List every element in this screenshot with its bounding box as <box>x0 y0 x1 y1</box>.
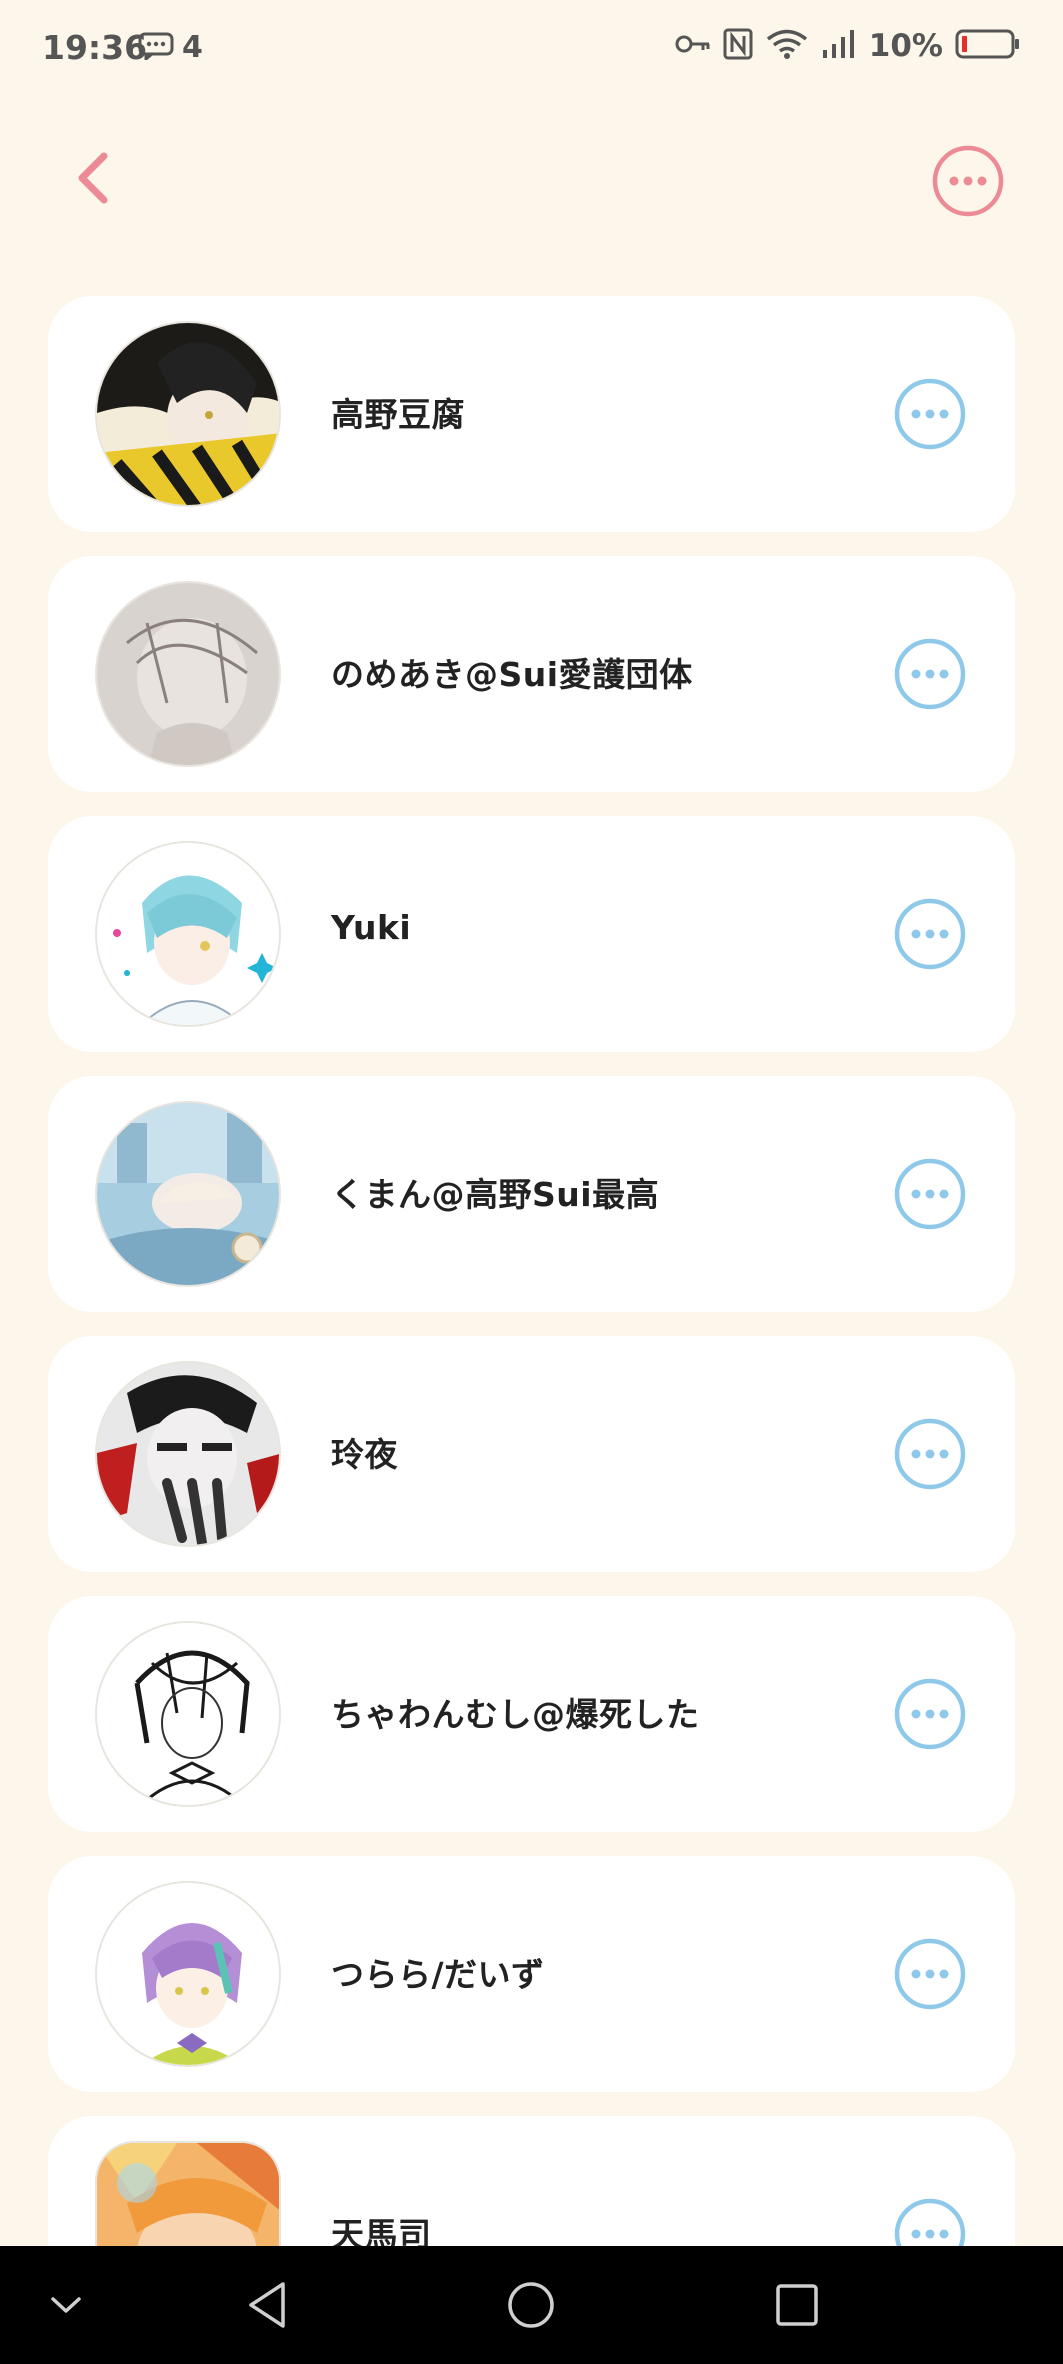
wifi-icon <box>765 28 809 64</box>
more-icon <box>894 638 966 710</box>
user-card[interactable]: つらら/だいず <box>48 1856 1015 2092</box>
more-icon <box>894 1938 966 2010</box>
more-icon <box>894 1158 966 1230</box>
battery-icon <box>955 28 1021 64</box>
user-card[interactable]: のめあき@Sui愛護団体 <box>48 556 1015 792</box>
navigation-bar <box>0 2246 1063 2364</box>
message-icon <box>138 32 174 64</box>
user-card[interactable]: ちゃわんむし@爆死した <box>48 1596 1015 1832</box>
signal-icon <box>821 28 857 64</box>
more-icon <box>894 1418 966 1490</box>
more-icon <box>932 145 1004 217</box>
status-left-icons: 4 <box>138 30 203 65</box>
status-right-icons: 10% <box>675 28 1021 64</box>
user-more-button[interactable] <box>894 1678 966 1750</box>
recents-button[interactable] <box>762 2246 832 2364</box>
avatar[interactable] <box>95 1101 281 1287</box>
back-nav-button[interactable] <box>232 2246 302 2364</box>
user-more-button[interactable] <box>894 378 966 450</box>
user-name: くまん@高野Sui最高 <box>331 1175 660 1214</box>
user-name: のめあき@Sui愛護団体 <box>331 655 693 694</box>
status-time: 19:36 <box>42 28 148 67</box>
key-icon <box>675 32 711 60</box>
user-name: ちゃわんむし@爆死した <box>331 1695 700 1734</box>
collapse-chevron-icon <box>51 2297 81 2313</box>
status-bar: 19:36 4 10% <box>0 0 1063 100</box>
user-more-button[interactable] <box>894 1418 966 1490</box>
home-circle-icon <box>508 2282 554 2328</box>
chevron-left-icon <box>78 152 108 204</box>
collapse-button[interactable] <box>36 2246 96 2364</box>
back-button[interactable] <box>66 148 126 208</box>
more-icon <box>894 378 966 450</box>
user-more-button[interactable] <box>894 898 966 970</box>
battery-percentage: 10% <box>868 28 943 64</box>
user-card[interactable]: くまん@高野Sui最高 <box>48 1076 1015 1312</box>
avatar[interactable] <box>95 1361 281 1547</box>
user-card[interactable]: 玲夜 <box>48 1336 1015 1572</box>
user-name: つらら/だいず <box>331 1955 545 1994</box>
more-icon <box>894 898 966 970</box>
nfc-icon <box>723 28 753 64</box>
back-triangle-icon <box>249 2282 285 2328</box>
user-card[interactable]: 高野豆腐 <box>48 296 1015 532</box>
avatar[interactable] <box>95 1881 281 2067</box>
more-icon <box>894 1678 966 1750</box>
avatar[interactable] <box>95 1621 281 1807</box>
user-more-button[interactable] <box>894 1158 966 1230</box>
avatar[interactable] <box>95 581 281 767</box>
user-name: 高野豆腐 <box>331 395 465 434</box>
user-card[interactable]: Yuki <box>48 816 1015 1052</box>
user-more-button[interactable] <box>894 1938 966 2010</box>
notification-count: 4 <box>182 30 203 65</box>
recents-square-icon <box>776 2284 818 2326</box>
user-more-button[interactable] <box>894 638 966 710</box>
home-button[interactable] <box>496 2246 566 2364</box>
avatar[interactable] <box>95 321 281 507</box>
header-more-button[interactable] <box>932 145 1004 217</box>
user-name: Yuki <box>331 908 412 947</box>
avatar[interactable] <box>95 841 281 1027</box>
user-name: 玲夜 <box>331 1435 398 1474</box>
